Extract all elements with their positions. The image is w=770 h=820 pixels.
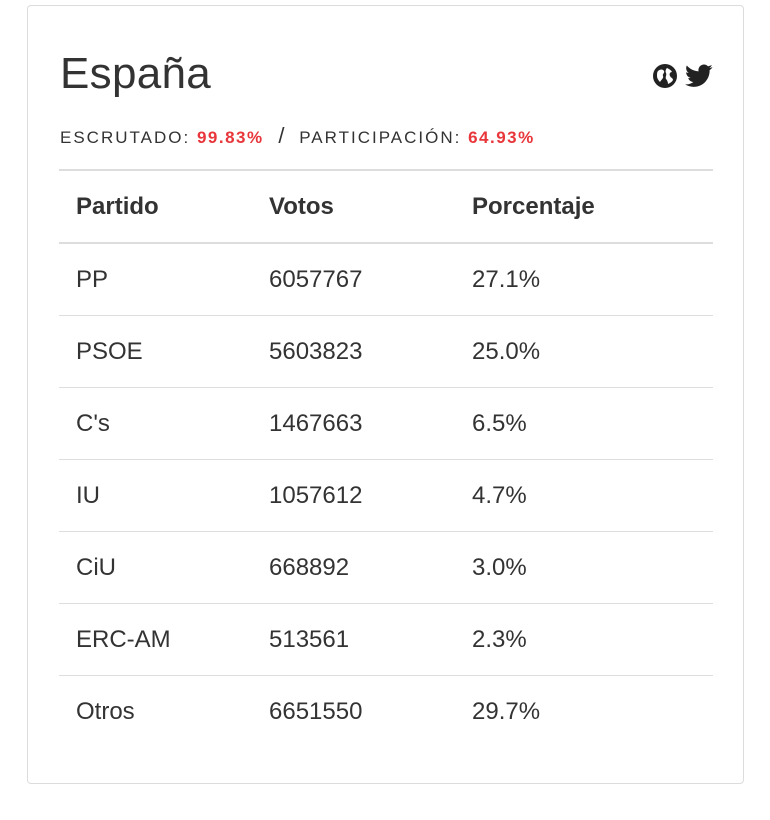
- stats-line: ESCRUTADO: 99.83% / PARTICIPACIÓN: 64.93…: [60, 123, 535, 149]
- votes-cell: 1057612: [252, 459, 455, 532]
- participacion-value: 64.93%: [468, 128, 535, 147]
- header-porcentaje: Porcentaje: [455, 169, 713, 244]
- party-cell: IU: [59, 459, 252, 532]
- escrutado-value: 99.83%: [196, 128, 264, 147]
- party-cell: Otros: [59, 675, 252, 747]
- party-cell: PP: [59, 242, 252, 316]
- participacion-label: PARTICIPACIÓN:: [299, 128, 462, 147]
- party-cell: CiU: [59, 531, 252, 604]
- votes-cell: 6651550: [252, 675, 455, 747]
- party-cell: C's: [59, 387, 252, 460]
- header-partido: Partido: [59, 169, 252, 244]
- table-row: PP 6057767 27.1%: [59, 242, 713, 316]
- party-cell: ERC-AM: [59, 603, 252, 676]
- table-row: PSOE 5603823 25.0%: [59, 315, 713, 388]
- votes-cell: 6057767: [252, 242, 455, 316]
- percent-cell: 3.0%: [455, 531, 713, 604]
- stats-separator: /: [278, 123, 285, 148]
- percent-cell: 6.5%: [455, 387, 713, 460]
- percent-cell: 27.1%: [455, 242, 713, 316]
- table-row: Otros 6651550 29.7%: [59, 675, 713, 747]
- escrutado-label: ESCRUTADO:: [60, 128, 191, 147]
- twitter-icon[interactable]: [685, 62, 713, 90]
- table-row: IU 1057612 4.7%: [59, 459, 713, 532]
- share-icons: [651, 62, 713, 90]
- region-title: España: [60, 49, 212, 98]
- votes-cell: 668892: [252, 531, 455, 604]
- table-row: CiU 668892 3.0%: [59, 531, 713, 604]
- percent-cell: 2.3%: [455, 603, 713, 676]
- percent-cell: 25.0%: [455, 315, 713, 388]
- votes-cell: 5603823: [252, 315, 455, 388]
- header-votos: Votos: [252, 169, 455, 244]
- table-row: ERC-AM 513561 2.3%: [59, 603, 713, 676]
- party-cell: PSOE: [59, 315, 252, 388]
- results-card: España ESCRUTADO: 99.83% / PARTICIPACIÓN…: [27, 5, 744, 784]
- votes-cell: 1467663: [252, 387, 455, 460]
- table-row: C's 1467663 6.5%: [59, 387, 713, 460]
- table-header-row: Partido Votos Porcentaje: [59, 169, 713, 244]
- percent-cell: 4.7%: [455, 459, 713, 532]
- percent-cell: 29.7%: [455, 675, 713, 747]
- votes-cell: 513561: [252, 603, 455, 676]
- globe-icon[interactable]: [651, 62, 679, 90]
- results-table: Partido Votos Porcentaje PP 6057767 27.1…: [59, 169, 713, 747]
